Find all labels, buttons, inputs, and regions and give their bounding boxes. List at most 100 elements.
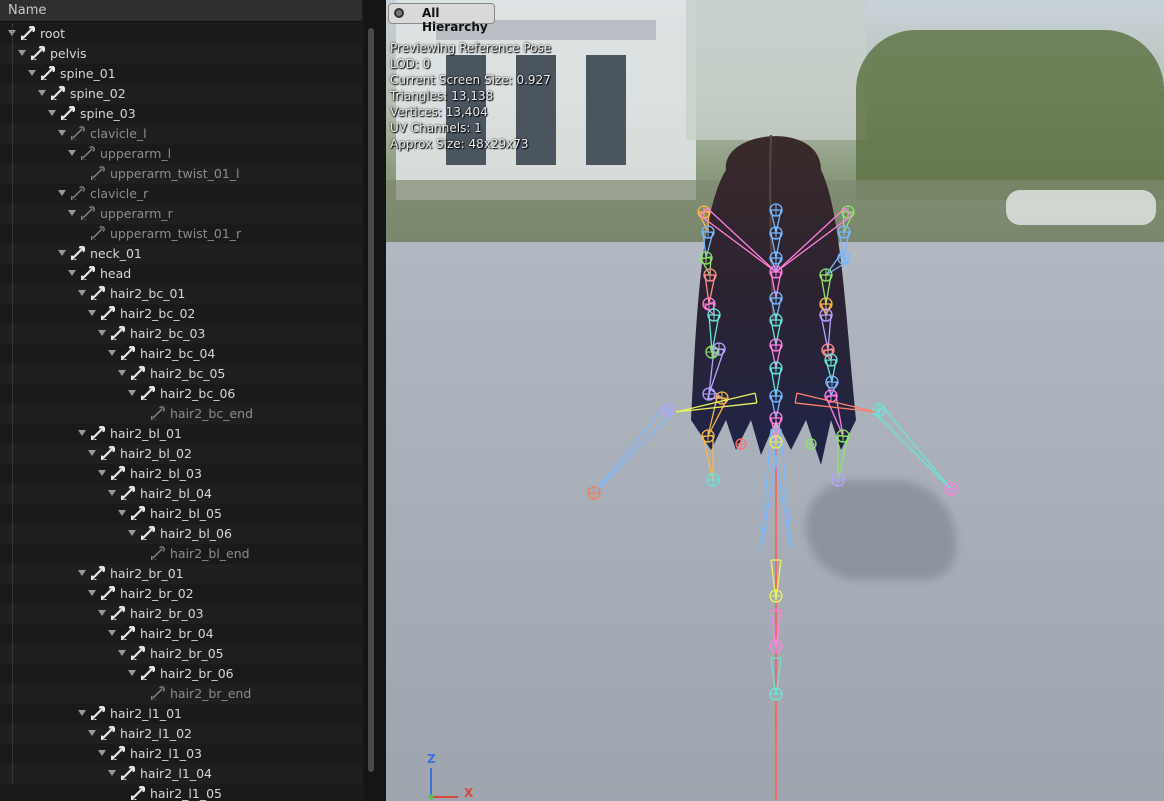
expand-arrow-icon[interactable] [18, 50, 26, 56]
bone-name: upperarm_r [100, 206, 173, 221]
expand-arrow-icon[interactable] [118, 370, 126, 376]
tree-header[interactable]: Name [0, 0, 362, 22]
bone-tree-row[interactable]: head [0, 264, 362, 284]
axis-x-label: X [464, 786, 474, 800]
bone-tree-row[interactable]: hair2_bc_04 [0, 344, 362, 364]
expand-arrow-icon[interactable] [128, 530, 136, 536]
bone-name: upperarm_l [100, 146, 172, 161]
bone-tree-row[interactable]: hair2_bl_05 [0, 504, 362, 524]
bone-tree-row[interactable]: hair2_l1_04 [0, 764, 362, 784]
bone-icon [101, 586, 115, 600]
all-hierarchy-button[interactable]: All Hierarchy [388, 3, 495, 34]
bone-tree-row[interactable]: upperarm_l [0, 144, 362, 164]
bone-tree-row[interactable]: hair2_br_04 [0, 624, 362, 644]
expand-arrow-icon[interactable] [58, 250, 66, 256]
stat-approx-size: Approx Size: 48x29x73 [390, 137, 529, 151]
viewport-stats-overlay: Previewing Reference Pose LOD: 0 Current… [390, 40, 551, 152]
expand-arrow-icon[interactable] [98, 470, 106, 476]
joint-marker [819, 308, 833, 322]
bone-tree-row[interactable]: upperarm_twist_01_r [0, 224, 362, 244]
bone-tree-row[interactable]: hair2_br_03 [0, 604, 362, 624]
bone-tree-row[interactable]: hair2_bc_01 [0, 284, 362, 304]
expand-arrow-icon[interactable] [108, 630, 116, 636]
bone-tree-row[interactable]: hair2_bc_06 [0, 384, 362, 404]
expand-arrow-icon[interactable] [128, 390, 136, 396]
bone-name: root [40, 26, 66, 41]
expand-arrow-icon[interactable] [88, 590, 96, 596]
stat-vertices: Vertices: 13,404 [390, 105, 488, 119]
bone-tree-row[interactable]: hair2_bl_03 [0, 464, 362, 484]
bone-tree-row[interactable]: hair2_bl_01 [0, 424, 362, 444]
expand-arrow-icon[interactable] [78, 430, 86, 436]
preview-viewport[interactable]: All Hierarchy Previewing Reference Pose … [386, 0, 1164, 801]
expand-arrow-icon[interactable] [68, 270, 76, 276]
bone-tree-row[interactable]: upperarm_twist_01_l [0, 164, 362, 184]
expand-arrow-icon[interactable] [88, 310, 96, 316]
bone-tree-row[interactable]: hair2_bl_end [0, 544, 362, 564]
expand-arrow-icon[interactable] [118, 650, 126, 656]
expand-arrow-icon[interactable] [98, 750, 106, 756]
bone-tree-row[interactable]: hair2_bc_end [0, 404, 362, 424]
joint-marker [769, 389, 783, 403]
expand-arrow-icon[interactable] [38, 90, 46, 96]
bone-tree-row[interactable]: hair2_br_06 [0, 664, 362, 684]
bone-icon [121, 626, 135, 640]
joint-marker [819, 268, 833, 282]
expand-arrow-icon[interactable] [68, 210, 76, 216]
bone-tree-row[interactable]: hair2_br_02 [0, 584, 362, 604]
bone-icon [81, 206, 95, 220]
bone-tree-row[interactable]: spine_01 [0, 64, 362, 84]
bone-icon [121, 346, 135, 360]
bone-tree-row[interactable]: spine_02 [0, 84, 362, 104]
expand-arrow-icon[interactable] [128, 670, 136, 676]
bone-tree-row[interactable]: pelvis [0, 44, 362, 64]
bone-tree-row[interactable]: hair2_bl_02 [0, 444, 362, 464]
bone-tree-row[interactable]: spine_03 [0, 104, 362, 124]
joint-marker [831, 473, 845, 487]
expand-arrow-icon[interactable] [98, 610, 106, 616]
expand-arrow-icon[interactable] [58, 130, 66, 136]
bone-tree-row[interactable]: hair2_br_end [0, 684, 362, 704]
expand-arrow-icon[interactable] [78, 290, 86, 296]
bone-tree-row[interactable]: hair2_l1_05 [0, 784, 362, 801]
expand-arrow-icon[interactable] [118, 510, 126, 516]
expand-arrow-icon[interactable] [48, 110, 56, 116]
bone-icon [91, 166, 105, 180]
bone-tree-row[interactable]: hair2_bc_05 [0, 364, 362, 384]
bone-line [760, 429, 772, 551]
expand-arrow-icon[interactable] [68, 150, 76, 156]
bone-tree-row[interactable]: upperarm_r [0, 204, 362, 224]
bone-icon [71, 186, 85, 200]
bone-name: hair2_l1_03 [130, 746, 202, 761]
bone-tree-row[interactable]: hair2_l1_03 [0, 744, 362, 764]
joint-marker [819, 297, 833, 311]
expand-arrow-icon[interactable] [88, 730, 96, 736]
bone-tree-row[interactable]: hair2_bl_04 [0, 484, 362, 504]
bone-tree-row[interactable]: hair2_bl_06 [0, 524, 362, 544]
bone-tree-row[interactable]: hair2_br_05 [0, 644, 362, 664]
expand-arrow-icon[interactable] [78, 710, 86, 716]
expand-arrow-icon[interactable] [78, 570, 86, 576]
tree-scrollbar-thumb[interactable] [368, 28, 374, 772]
expand-arrow-icon[interactable] [108, 490, 116, 496]
expand-arrow-icon[interactable] [98, 330, 106, 336]
bone-tree-row[interactable]: hair2_l1_02 [0, 724, 362, 744]
bone-tree-row[interactable]: clavicle_l [0, 124, 362, 144]
bone-tree-row[interactable]: hair2_br_01 [0, 564, 362, 584]
expand-arrow-icon[interactable] [28, 70, 36, 76]
bone-tree-row[interactable]: root [0, 24, 362, 44]
joint-marker [825, 375, 839, 389]
bone-icon [51, 86, 65, 100]
bone-tree-row[interactable]: hair2_l1_01 [0, 704, 362, 724]
bone-tree-row[interactable]: hair2_bc_02 [0, 304, 362, 324]
expand-arrow-icon[interactable] [58, 190, 66, 196]
expand-arrow-icon[interactable] [88, 450, 96, 456]
expand-arrow-icon[interactable] [108, 770, 116, 776]
stat-lod: LOD: 0 [390, 57, 431, 71]
bone-name: pelvis [50, 46, 87, 61]
bone-tree-row[interactable]: hair2_bc_03 [0, 324, 362, 344]
bone-tree-row[interactable]: neck_01 [0, 244, 362, 264]
bone-name: hair2_br_02 [120, 586, 194, 601]
expand-arrow-icon[interactable] [108, 350, 116, 356]
bone-tree-row[interactable]: clavicle_r [0, 184, 362, 204]
